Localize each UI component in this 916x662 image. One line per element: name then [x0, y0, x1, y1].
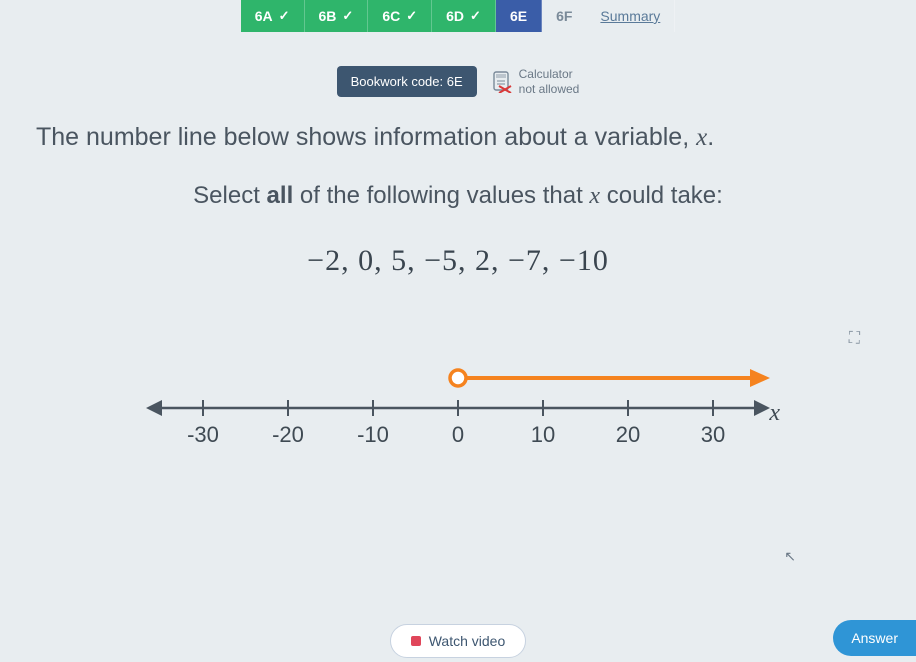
- tab-6e[interactable]: 6E: [496, 0, 542, 32]
- tab-summary[interactable]: Summary: [586, 0, 675, 32]
- check-icon: ✓: [279, 8, 290, 24]
- tab-label: 6C: [382, 8, 400, 24]
- tab-label: Summary: [600, 8, 660, 24]
- question-line-2: Select all of the following values that …: [36, 182, 880, 210]
- tick-label: 30: [688, 422, 738, 448]
- variable-x: x: [589, 183, 600, 209]
- tick-label: -10: [348, 422, 398, 448]
- tab-6c[interactable]: 6C ✓: [368, 0, 432, 32]
- bookwork-code: Bookwork code: 6E: [337, 66, 477, 97]
- answer-label: Answer: [851, 630, 898, 646]
- question-line-1: The number line below shows information …: [36, 123, 880, 152]
- q-text: could take:: [600, 182, 723, 209]
- q-text: .: [707, 123, 714, 151]
- q-bold: all: [267, 182, 294, 209]
- answer-button[interactable]: Answer: [833, 620, 916, 656]
- tab-label: 6A: [255, 8, 273, 24]
- check-icon: ✓: [470, 8, 481, 24]
- calculator-text: Calculator not allowed: [519, 67, 580, 96]
- tab-label: 6D: [446, 8, 464, 24]
- tab-label: 6E: [510, 8, 527, 24]
- tick-label: 10: [518, 422, 568, 448]
- number-line: -30 -20 -10 0 10 20 30 x: [138, 348, 778, 468]
- video-icon: [411, 636, 421, 646]
- tab-6f[interactable]: 6F: [542, 0, 586, 32]
- tick-label: -30: [178, 422, 228, 448]
- watch-label: Watch video: [429, 633, 506, 649]
- calc-line1: Calculator: [519, 67, 573, 81]
- check-icon: ✓: [406, 8, 417, 24]
- number-line-svg: [138, 348, 778, 468]
- candidate-values[interactable]: −2, 0, 5, −5, 2, −7, −10: [0, 244, 916, 278]
- fullscreen-icon[interactable]: ⛶: [849, 330, 860, 348]
- watch-video-button[interactable]: Watch video: [390, 624, 527, 658]
- q-text: The number line below shows information …: [36, 123, 696, 151]
- q-text: Select: [193, 182, 266, 209]
- tick-label: -20: [263, 422, 313, 448]
- tab-6b[interactable]: 6B ✓: [305, 0, 369, 32]
- check-icon: ✓: [342, 8, 353, 24]
- axis-variable: x: [769, 400, 780, 427]
- sub-header: Bookwork code: 6E Calculator not allowed: [0, 66, 916, 97]
- bottom-bar: Watch video: [0, 624, 916, 658]
- question-area: The number line below shows information …: [0, 97, 916, 210]
- progress-tabs: 6A ✓ 6B ✓ 6C ✓ 6D ✓ 6E 6F Summary: [0, 0, 916, 32]
- tab-label: 6B: [319, 8, 337, 24]
- calculator-icon: [493, 71, 513, 93]
- variable-x: x: [696, 124, 707, 151]
- tab-label: 6F: [556, 8, 572, 24]
- tab-6a[interactable]: 6A ✓: [241, 0, 305, 32]
- tick-label: 0: [433, 422, 483, 448]
- cursor-icon: ↖: [784, 548, 796, 565]
- calculator-status: Calculator not allowed: [493, 67, 580, 96]
- tab-6d[interactable]: 6D ✓: [432, 0, 496, 32]
- calc-line2: not allowed: [519, 82, 580, 96]
- tick-label: 20: [603, 422, 653, 448]
- q-text: of the following values that: [293, 182, 589, 209]
